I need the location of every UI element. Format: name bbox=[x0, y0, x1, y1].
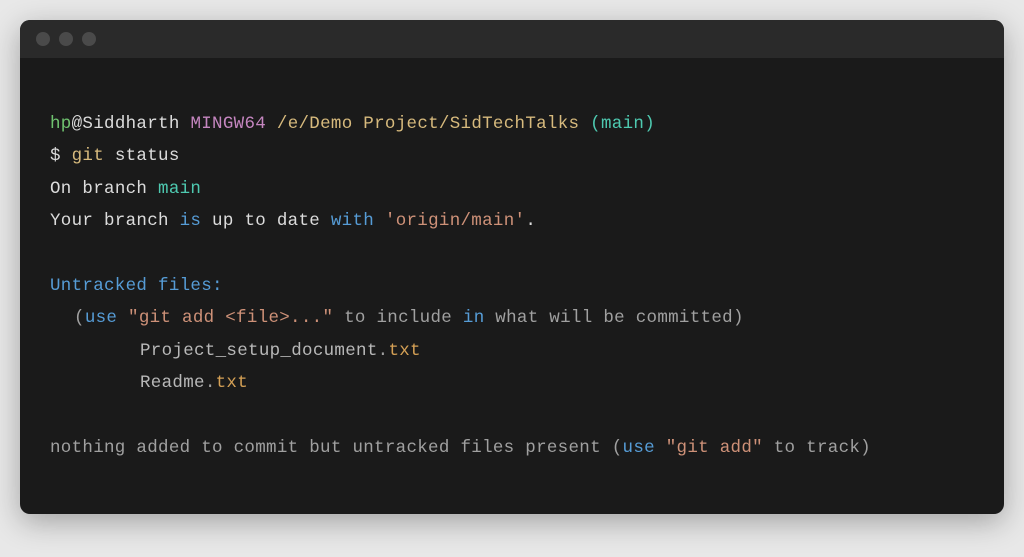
terminal-window: hp@Siddharth MINGW64 /e/Demo Project/Sid… bbox=[20, 20, 1004, 514]
prompt-host: Siddharth bbox=[82, 114, 179, 134]
status-uptodate-line: Your branch is up to date with 'origin/m… bbox=[50, 205, 974, 237]
prompt-line: hp@Siddharth MINGW64 /e/Demo Project/Sid… bbox=[50, 108, 974, 140]
untracked-file-1: Project_setup_document.txt bbox=[50, 335, 974, 367]
prompt-env: MINGW64 bbox=[190, 114, 266, 134]
prompt-path: /e/Demo Project/SidTechTalks bbox=[277, 114, 579, 134]
titlebar bbox=[20, 20, 1004, 58]
command-line: $ git status bbox=[50, 140, 974, 172]
command-git: git bbox=[72, 146, 104, 166]
untracked-file-2: Readme.txt bbox=[50, 367, 974, 399]
prompt-at: @ bbox=[72, 114, 83, 134]
status-on: On bbox=[50, 179, 72, 199]
terminal-body[interactable]: hp@Siddharth MINGW64 /e/Demo Project/Sid… bbox=[20, 58, 1004, 514]
minimize-icon[interactable] bbox=[59, 32, 73, 46]
maximize-icon[interactable] bbox=[82, 32, 96, 46]
prompt-symbol: $ bbox=[50, 146, 72, 166]
prompt-branch-close: ) bbox=[644, 114, 655, 134]
status-branch-word: branch bbox=[72, 179, 158, 199]
footer-line: nothing added to commit but untracked fi… bbox=[50, 432, 974, 464]
command-arg: status bbox=[104, 146, 180, 166]
blank-line bbox=[50, 238, 974, 270]
prompt-user: hp bbox=[50, 114, 72, 134]
close-icon[interactable] bbox=[36, 32, 50, 46]
prompt-branch-open: ( bbox=[590, 114, 601, 134]
untracked-hint: (use "git add <file>..." to include in w… bbox=[50, 302, 974, 334]
untracked-header: Untracked files: bbox=[50, 270, 974, 302]
blank-line-2 bbox=[50, 399, 974, 431]
status-branch-line: On branch main bbox=[50, 173, 974, 205]
status-branch-name: main bbox=[158, 179, 201, 199]
prompt-branch: main bbox=[601, 114, 644, 134]
